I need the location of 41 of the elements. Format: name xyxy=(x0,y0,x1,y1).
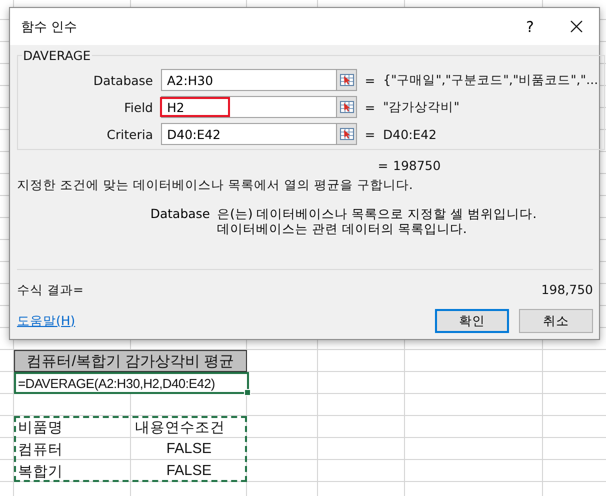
close-icon xyxy=(570,20,582,33)
header-cell: 컴퓨터/복합기 감가상각비 평균 xyxy=(14,350,247,372)
table-cell-text: 비품명 xyxy=(17,418,64,438)
function-description: 지정한 조건에 맞는 데이터베이스나 목록에서 열의 평균을 구합니다. xyxy=(17,177,414,194)
function-result: 198750 xyxy=(393,158,442,172)
range-select-icon xyxy=(340,101,354,113)
table-cell-text: FALSE xyxy=(165,462,213,481)
cancel-button[interactable]: 취소 xyxy=(519,309,593,333)
help-link[interactable]: 도움말(H) xyxy=(17,312,425,330)
range-select-button[interactable] xyxy=(337,69,357,91)
window-title: 함수 인수 xyxy=(21,18,78,36)
formula-cell[interactable]: =DAVERAGE(A2:H30,H2,D40:E42) xyxy=(14,372,249,394)
table-cell-text: 컴퓨터 xyxy=(17,440,64,460)
equals-sign: = xyxy=(364,72,376,88)
argument-field[interactable]: A2:H30 xyxy=(161,69,337,91)
argument-label: Database xyxy=(92,72,154,88)
help-button[interactable]: ? xyxy=(507,8,553,45)
argument-label: Criteria xyxy=(106,126,154,142)
table-cell-text: FALSE xyxy=(165,440,213,459)
argument-label: Field xyxy=(123,100,154,114)
argument-description: 은(는) 데이터베이스나 목록으로 지정할 셀 범위입니다. 데이터베이스는 관련 데이터의 목록입니다. xyxy=(217,206,538,236)
argument-field[interactable]: D40:E42 xyxy=(161,123,337,145)
equals-sign: = xyxy=(364,100,376,114)
range-select-icon xyxy=(340,74,354,86)
formula-result: 198,750 xyxy=(541,282,593,299)
ok-button[interactable]: 확인 xyxy=(435,309,509,333)
equals-sign: = xyxy=(376,158,390,172)
range-select-button[interactable] xyxy=(337,96,357,118)
argument-result: {"구매일","구분코드","비품코드","... xyxy=(383,72,598,88)
argument-name: Database xyxy=(149,206,211,223)
argument-result: D40:E42 xyxy=(383,126,438,142)
function-name: DAVERAGE xyxy=(22,48,92,63)
table-cell-text: 내용연수조건 xyxy=(134,418,226,438)
table-cell-text: 복합기 xyxy=(17,462,64,482)
argument-field[interactable]: H2 xyxy=(161,96,337,118)
range-select-button[interactable] xyxy=(337,123,357,145)
fill-handle[interactable] xyxy=(244,389,251,396)
equals-sign: = xyxy=(364,126,376,142)
range-select-icon xyxy=(340,128,354,140)
argument-result: "감가상각비" xyxy=(383,98,460,116)
formula-result-label: 수식 결과= xyxy=(17,282,84,299)
